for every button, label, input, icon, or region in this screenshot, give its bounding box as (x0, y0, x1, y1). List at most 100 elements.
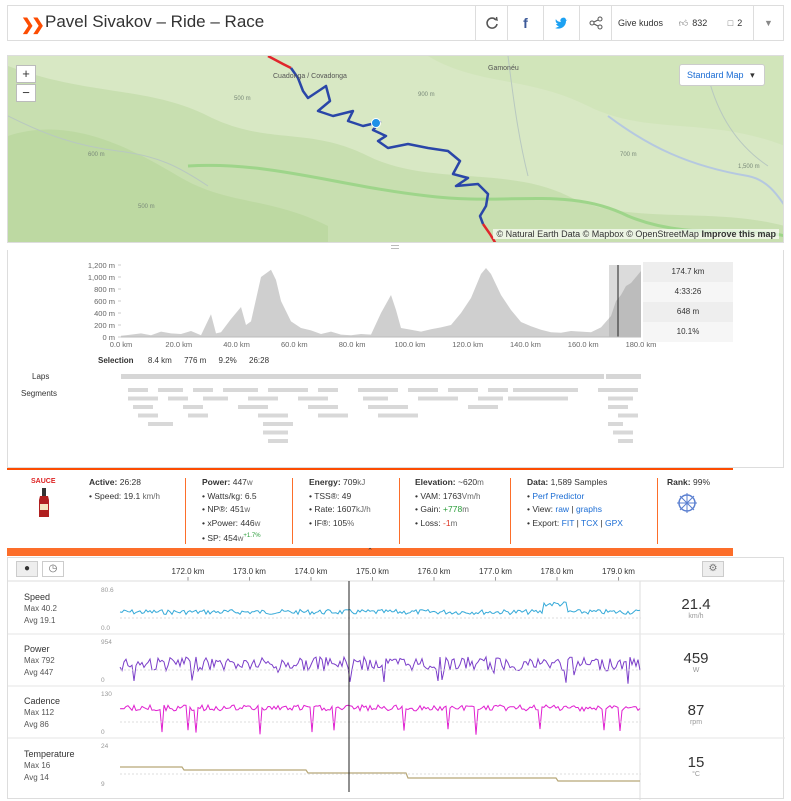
stream-y-min: 9 (101, 781, 105, 788)
view-raw-link[interactable]: raw (555, 504, 569, 514)
contour-label: 700 m (620, 152, 637, 158)
segment-bar (468, 405, 498, 409)
stream-y-min: 0 (101, 729, 105, 736)
divider (510, 478, 511, 544)
give-kudos-button[interactable]: Give kudos (611, 6, 669, 40)
speed-current-value: 21.4 km/h (681, 596, 711, 620)
segment-bar (608, 396, 633, 401)
strava-chevron-icon: ❯❯ (21, 17, 45, 34)
segment-bar (133, 405, 153, 409)
route-map[interactable]: Cuadonga / Covadonga Gamonéu 500 m 500 m… (7, 55, 784, 243)
rank-badge-icon[interactable] (675, 492, 699, 514)
stream-y-max: 130 (101, 691, 112, 698)
sauce-stats-panel: SAUCE Active: 26:28 • Speed: 19.1 km/h P… (7, 468, 733, 548)
sauce-label: SAUCE (31, 478, 56, 485)
twitter-icon (554, 17, 568, 29)
stream-x-tick: 174.0 km (295, 567, 328, 576)
readout-elevation: 648 m (643, 302, 733, 322)
comments-button[interactable]: □ 2 (717, 6, 753, 40)
stream-x-tick: 178.0 km (541, 567, 574, 576)
segment-bar (318, 413, 348, 418)
stream-x-tick: 177.0 km (479, 567, 512, 576)
readout-distance: 174.7 km (643, 262, 733, 282)
map-resize-handle[interactable] (391, 245, 399, 249)
segment-bar (128, 388, 148, 392)
segment-bar (263, 422, 293, 426)
map-place-label: Gamonéu (488, 65, 519, 72)
segment-bar (368, 405, 408, 409)
segment-bar (268, 439, 288, 443)
segment-bar (598, 388, 638, 392)
elevation-y-tick: 1,000 m (88, 273, 115, 282)
share-button[interactable] (579, 6, 611, 40)
facebook-icon: f (523, 15, 528, 31)
elevation-x-tick: 100.0 km (394, 340, 425, 349)
share-icon (589, 16, 602, 30)
segment-bar (298, 396, 328, 401)
refresh-button[interactable] (475, 6, 507, 40)
segment-bar (618, 413, 638, 418)
segment-bar (193, 388, 213, 392)
active-stats: Active: 26:28 • Speed: 19.1 km/h (89, 477, 160, 501)
contour-label: 600 m (88, 152, 105, 158)
map-place-label: Cuadonga / Covadonga (273, 73, 347, 80)
elevation-readout: 174.7 km 4:33:26 648 m 10.1% (643, 262, 733, 342)
map-type-label: Standard Map (687, 70, 744, 80)
selection-label: Selection (98, 356, 134, 365)
lap-bar[interactable] (606, 374, 641, 379)
stream-y-max: 80.6 (101, 587, 114, 594)
export-tcx-link[interactable]: TCX (581, 518, 598, 528)
stream-line-cadence (119, 703, 641, 735)
segment-bar (258, 413, 288, 418)
data-stats: Data: 1,589 Samples • Perf Predictor • V… (527, 477, 623, 528)
comments-count: 2 (737, 18, 743, 28)
elevation-y-tick: 1,200 m (88, 261, 115, 270)
lap-bar[interactable] (121, 374, 604, 379)
stream-x-tick: 175.0 km (356, 567, 389, 576)
map-type-dropdown[interactable]: Standard Map ▾ (679, 64, 765, 86)
more-menu-button[interactable]: ▼ (753, 6, 783, 40)
thumbs-up-icon: 👍︎ (678, 17, 689, 28)
segments-chart[interactable] (8, 388, 785, 458)
segment-bar (223, 388, 258, 392)
segment-bar (308, 405, 338, 409)
contour-label: 1,500 m (738, 164, 760, 170)
stats-toggle-bar[interactable]: ⌃ (7, 548, 733, 556)
zoom-in-button[interactable]: + (16, 65, 36, 83)
speed-label-block: Speed Max 40.2 Avg 19.1 (24, 592, 57, 625)
segment-bar (363, 396, 388, 401)
chevron-down-icon: ▼ (764, 18, 773, 28)
export-fit-link[interactable]: FIT (562, 518, 575, 528)
stream-y-min: 0 (101, 677, 105, 684)
selection-time: 26:28 (249, 356, 270, 365)
segment-bar (168, 396, 188, 401)
divider (292, 478, 293, 544)
energy-stats: Energy: 709kJ • TSS®: 49 • Rate: 1607kJ/… (309, 477, 371, 528)
stream-x-tick: 173.0 km (233, 567, 266, 576)
segment-bar (318, 388, 338, 392)
segment-bar (248, 396, 278, 401)
segment-bar (378, 413, 418, 418)
stream-y-max: 954 (101, 639, 112, 646)
view-graphs-link[interactable]: graphs (576, 504, 602, 514)
divider (185, 478, 186, 544)
improve-map-link[interactable]: Improve this map (701, 229, 776, 239)
elevation-x-tick: 80.0 km (339, 340, 366, 349)
export-gpx-link[interactable]: GPX (605, 518, 623, 528)
zoom-out-button[interactable]: − (16, 84, 36, 102)
segment-bar (263, 430, 288, 435)
power-stats: Power: 447w • Watts/kg: 6.5 • NP®: 451w … (202, 477, 261, 543)
perf-predictor-link[interactable]: Perf Predictor (532, 491, 584, 501)
segment-bar (488, 388, 508, 392)
kudos-count: 832 (692, 18, 708, 28)
twitter-share-button[interactable] (543, 6, 579, 40)
elevation-x-tick: 20.0 km (165, 340, 192, 349)
stream-x-tick: 176.0 km (418, 567, 451, 576)
facebook-share-button[interactable]: f (507, 6, 543, 40)
segment-bar (128, 396, 158, 401)
elevation-x-tick: 160.0 km (568, 340, 599, 349)
elevation-y-tick: 200 m (94, 321, 115, 330)
segment-bar (183, 405, 203, 409)
analysis-streams: ● ◷ ⚙ 172.0 km 173.0 km 174.0 km 175.0 km 17… (7, 557, 785, 800)
kudos-count-button[interactable]: 👍︎ 832 (669, 6, 717, 40)
